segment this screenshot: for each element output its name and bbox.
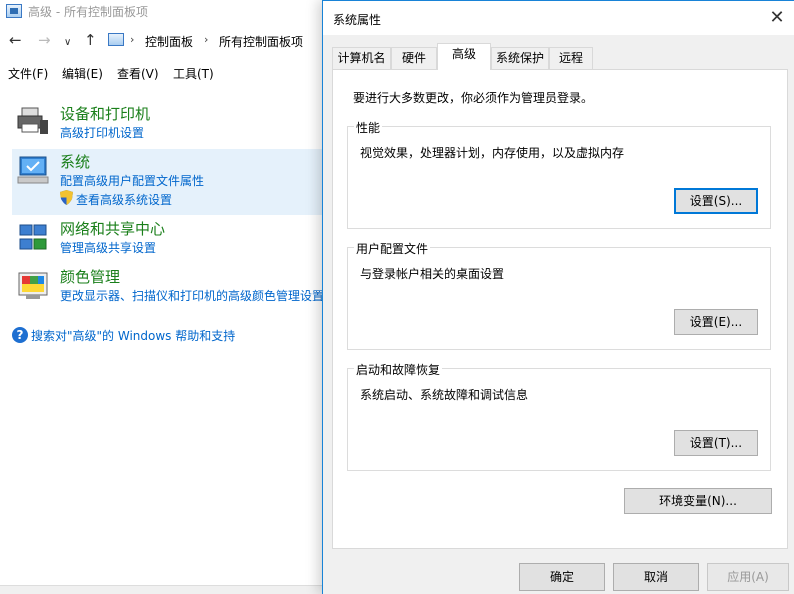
breadcrumb-separator-icon[interactable]: ›: [130, 33, 134, 46]
color-management-icon: [18, 272, 48, 299]
system-properties-dialog: 系统属性 ✕ 计算机名 硬件 高级 系统保护 远程 要进行大多数更改，你必须作为…: [322, 0, 794, 594]
link-advanced-sharing[interactable]: 管理高级共享设置: [60, 239, 156, 256]
group-performance: 性能 视觉效果，处理器计划，内存使用，以及虚拟内存 设置(S)...: [347, 119, 771, 229]
breadcrumb-control-panel[interactable]: 控制面板: [145, 33, 193, 50]
menu-edit[interactable]: 编辑(E): [62, 65, 103, 82]
link-view-advanced-system-settings[interactable]: 查看高级系统设置: [76, 191, 172, 208]
link-windows-help[interactable]: 搜索对"高级"的 Windows 帮助和支持: [31, 327, 235, 344]
menu-bar: 文件(F) 编辑(E) 查看(V) 工具(T): [0, 60, 330, 84]
up-arrow-icon[interactable]: ↑: [84, 32, 97, 48]
tab-remote[interactable]: 远程: [549, 47, 593, 69]
help-search-row: ? 搜索对"高级"的 Windows 帮助和支持: [12, 326, 332, 344]
back-arrow-icon[interactable]: ←: [9, 32, 22, 48]
user-profiles-description: 与登录帐户相关的桌面设置: [360, 267, 505, 281]
group-label-user-profiles: 用户配置文件: [354, 240, 431, 257]
performance-description: 视觉效果，处理器计划，内存使用，以及虚拟内存: [360, 146, 625, 160]
startup-recovery-settings-button[interactable]: 设置(T)...: [674, 430, 758, 456]
link-advanced-color-settings[interactable]: 更改显示器、扫描仪和打印机的高级颜色管理设置: [60, 287, 324, 304]
computer-icon: [17, 156, 49, 184]
forward-arrow-icon[interactable]: →: [38, 32, 51, 48]
address-bar[interactable]: › 控制面板 › 所有控制面板项: [102, 30, 332, 52]
cp-status-strip: [0, 585, 330, 594]
category-title-color[interactable]: 颜色管理: [60, 266, 120, 287]
admin-notice: 要进行大多数更改，你必须作为管理员登录。: [353, 91, 594, 105]
performance-settings-button[interactable]: 设置(S)...: [674, 188, 758, 214]
tab-advanced[interactable]: 高级: [437, 43, 491, 70]
breadcrumb-separator-icon[interactable]: ›: [204, 33, 208, 46]
cp-window-title: 高级 - 所有控制面板项: [28, 5, 148, 19]
startup-recovery-description: 系统启动、系统故障和调试信息: [360, 388, 529, 402]
dialog-titlebar: 系统属性 ✕: [323, 1, 794, 35]
help-question-icon: ?: [12, 327, 28, 343]
category-title-devices[interactable]: 设备和打印机: [60, 103, 150, 124]
category-network-sharing: 网络和共享中心 管理高级共享设置: [12, 217, 330, 261]
menu-tools[interactable]: 工具(T): [173, 65, 214, 82]
control-panel-app-icon: [6, 4, 22, 18]
cp-titlebar: 高级 - 所有控制面板项: [0, 0, 330, 22]
tab-computer-name[interactable]: 计算机名: [332, 47, 391, 69]
category-system: 系统 配置高级用户配置文件属性 查看高级系统设置: [12, 149, 330, 215]
cancel-button[interactable]: 取消: [613, 563, 699, 591]
advanced-tab-panel: 要进行大多数更改，你必须作为管理员登录。 性能 视觉效果，处理器计划，内存使用，…: [332, 69, 788, 549]
tab-hardware[interactable]: 硬件: [391, 47, 437, 69]
group-startup-recovery: 启动和故障恢复 系统启动、系统故障和调试信息 设置(T)...: [347, 361, 771, 471]
category-title-network[interactable]: 网络和共享中心: [60, 218, 165, 239]
recent-dropdown-icon[interactable]: ∨: [64, 35, 71, 51]
breadcrumb-all-items[interactable]: 所有控制面板项: [219, 33, 303, 50]
network-icon: [19, 224, 47, 250]
apply-button[interactable]: 应用(A): [707, 563, 789, 591]
menu-view[interactable]: 查看(V): [117, 65, 159, 82]
category-title-system[interactable]: 系统: [60, 151, 90, 172]
tab-system-protection[interactable]: 系统保护: [491, 47, 549, 69]
category-devices-printers: 设备和打印机 高级打印机设置: [12, 100, 330, 144]
menu-file[interactable]: 文件(F): [8, 65, 48, 82]
link-advanced-printer-settings[interactable]: 高级打印机设置: [60, 124, 144, 141]
group-label-startup-recovery: 启动和故障恢复: [354, 361, 443, 378]
uac-shield-icon: [60, 190, 73, 205]
control-panel-location-icon: [108, 33, 124, 46]
user-profiles-settings-button[interactable]: 设置(E)...: [674, 309, 758, 335]
close-icon[interactable]: ✕: [760, 1, 794, 35]
dialog-title: 系统属性: [333, 13, 382, 27]
ok-button[interactable]: 确定: [519, 563, 605, 591]
printer-icon: [17, 107, 48, 134]
navigation-bar: ← → ∨ ↑ › 控制面板 › 所有控制面板项: [0, 28, 330, 54]
category-color-management: 颜色管理 更改显示器、扫描仪和打印机的高级颜色管理设置: [12, 264, 330, 308]
link-advanced-user-profiles[interactable]: 配置高级用户配置文件属性: [60, 172, 204, 189]
environment-variables-button[interactable]: 环境变量(N)...: [624, 488, 772, 514]
group-label-performance: 性能: [354, 119, 383, 136]
group-user-profiles: 用户配置文件 与登录帐户相关的桌面设置 设置(E)...: [347, 240, 771, 350]
